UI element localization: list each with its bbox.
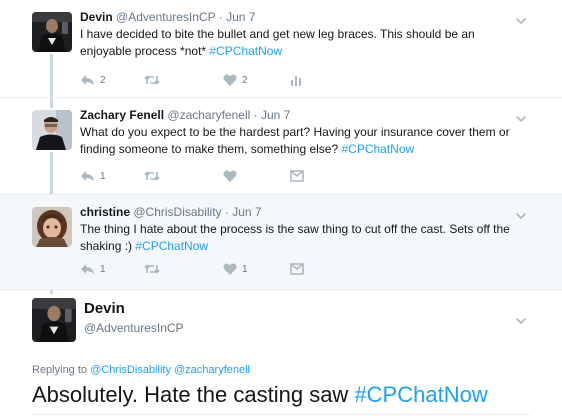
tweet-actions: 1 1 <box>80 261 340 277</box>
display-name[interactable]: Devin <box>80 10 113 24</box>
reply-count: 1 <box>100 170 106 182</box>
direct-message-icon <box>290 170 304 182</box>
like-button[interactable]: 1 <box>223 261 248 277</box>
tweet-actions: 2 2 <box>80 72 340 88</box>
reply-icon <box>81 171 94 181</box>
tweet-content: Devin @AdventuresInCP · Jun 7 I have dec… <box>80 10 518 60</box>
hashtag-link[interactable]: #CPChatNow <box>354 382 487 407</box>
divider <box>32 414 530 415</box>
tweet-header: Zachary Fenell @zacharyfenell · Jun 7 <box>80 108 518 123</box>
hashtag-link[interactable]: #CPChatNow <box>135 239 208 253</box>
tweet-body: Absolutely. Hate the casting saw <box>32 382 355 407</box>
analytics-button[interactable] <box>290 72 302 88</box>
like-count: 2 <box>242 74 248 86</box>
timestamp[interactable]: Jun 7 <box>232 205 261 219</box>
heart-icon <box>223 263 237 275</box>
heart-icon <box>223 74 237 86</box>
tweet-body: What do you expect to be the hardest par… <box>80 125 510 156</box>
chevron-down-icon[interactable] <box>514 314 528 328</box>
avatar[interactable] <box>32 207 72 247</box>
tweet-text: The thing I hate about the process is th… <box>80 221 518 255</box>
tweet-content: Zachary Fenell @zacharyfenell · Jun 7 Wh… <box>80 108 518 158</box>
direct-message-button[interactable] <box>290 168 304 184</box>
user-handle[interactable]: @AdventuresInCP <box>116 10 215 24</box>
retweet-icon <box>144 171 160 181</box>
reply-count: 1 <box>100 263 106 275</box>
timestamp[interactable]: Jun 7 <box>226 10 255 24</box>
analytics-icon <box>291 76 301 86</box>
avatar[interactable] <box>32 110 72 150</box>
reply-button[interactable]: 1 <box>80 168 106 184</box>
focused-tweet[interactable]: Devin @AdventuresInCP Replying to @Chris… <box>0 290 562 419</box>
display-name[interactable]: Zachary Fenell <box>80 108 164 122</box>
retweet-icon <box>144 75 160 85</box>
chevron-down-icon[interactable] <box>514 209 528 223</box>
retweet-button[interactable] <box>144 168 165 184</box>
separator-dot: · <box>224 205 229 219</box>
avatar[interactable] <box>32 298 76 342</box>
tweet-actions: 1 <box>80 168 340 184</box>
tweet[interactable]: christine @ChrisDisability · Jun 7 The t… <box>0 195 562 290</box>
display-name[interactable]: christine <box>80 205 130 219</box>
retweet-icon <box>144 264 160 274</box>
avatar[interactable] <box>32 12 72 52</box>
chevron-down-icon[interactable] <box>514 14 528 28</box>
timestamp[interactable]: Jun 7 <box>261 108 290 122</box>
separator-dot: · <box>218 10 223 24</box>
tweet-header: christine @ChrisDisability · Jun 7 <box>80 205 518 220</box>
like-count: 1 <box>242 263 248 275</box>
direct-message-button[interactable] <box>290 261 304 277</box>
reply-count: 2 <box>100 74 106 86</box>
direct-message-icon <box>290 263 304 275</box>
reply-icon <box>81 264 94 274</box>
heart-icon <box>223 170 237 182</box>
like-button[interactable] <box>223 168 242 184</box>
tweet-text: I have decided to bite the bullet and ge… <box>80 26 518 60</box>
mention-link[interactable]: @zacharyfenell <box>174 364 250 376</box>
tweet-header: Devin @AdventuresInCP · Jun 7 <box>80 10 518 25</box>
reply-button[interactable]: 1 <box>80 261 106 277</box>
replying-prefix: Replying to <box>32 364 91 376</box>
user-handle[interactable]: @AdventuresInCP <box>84 321 184 335</box>
hashtag-link[interactable]: #CPChatNow <box>209 44 282 58</box>
separator-dot: · <box>253 108 258 122</box>
tweet-content: christine @ChrisDisability · Jun 7 The t… <box>80 205 518 255</box>
user-handle[interactable]: @ChrisDisability <box>133 205 221 219</box>
replying-to: Replying to @ChrisDisability @zacharyfen… <box>32 364 250 376</box>
retweet-button[interactable] <box>144 261 165 277</box>
reply-button[interactable]: 2 <box>80 72 106 88</box>
hashtag-link[interactable]: #CPChatNow <box>341 142 414 156</box>
display-name[interactable]: Devin <box>84 300 125 317</box>
like-button[interactable]: 2 <box>223 72 248 88</box>
mention-link[interactable]: @ChrisDisability <box>90 364 171 376</box>
chevron-down-icon[interactable] <box>514 112 528 126</box>
user-handle[interactable]: @zacharyfenell <box>167 108 250 122</box>
retweet-button[interactable] <box>144 72 165 88</box>
tweet-text: Absolutely. Hate the casting saw #CPChat… <box>32 381 488 409</box>
tweet[interactable]: Zachary Fenell @zacharyfenell · Jun 7 Wh… <box>0 98 562 195</box>
tweet-text: What do you expect to be the hardest par… <box>80 124 518 158</box>
reply-icon <box>81 75 94 85</box>
tweet[interactable]: Devin @AdventuresInCP · Jun 7 I have dec… <box>0 0 562 98</box>
